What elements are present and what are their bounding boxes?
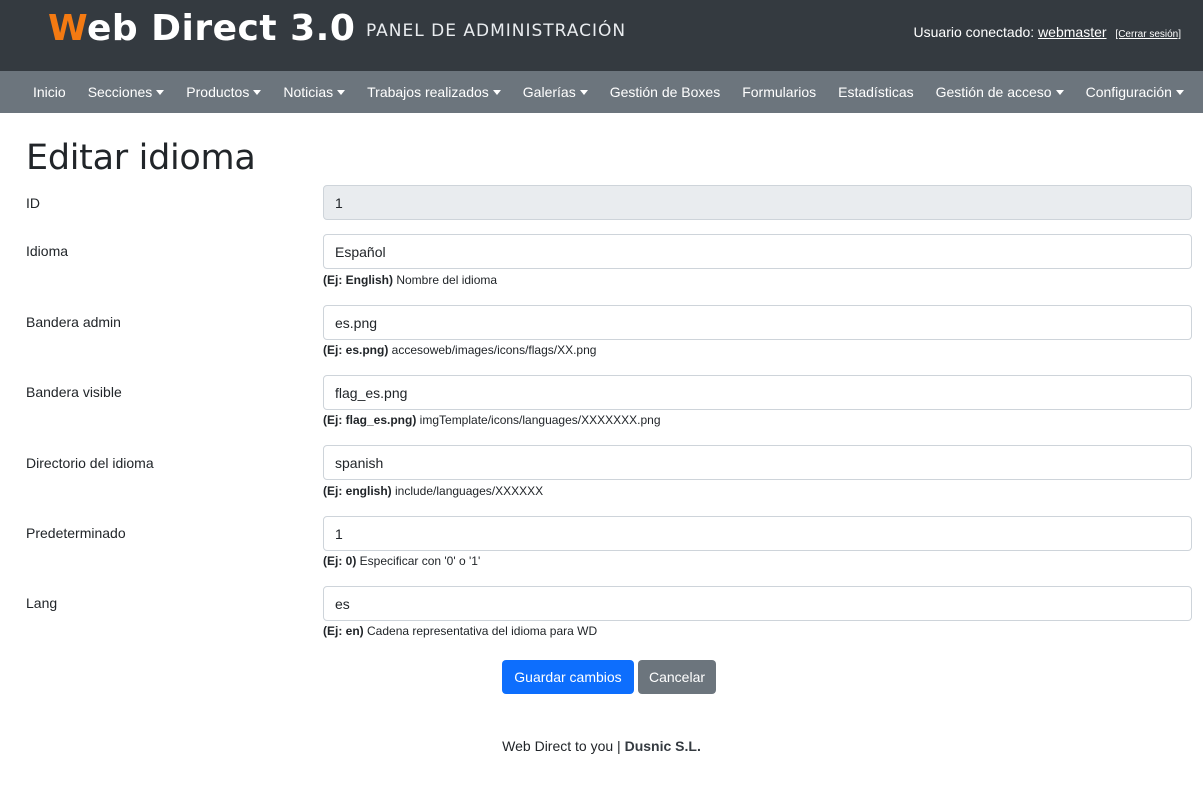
caret-down-icon — [579, 89, 588, 95]
nav-label: Trabajos realizados — [367, 84, 489, 100]
nav-label: Gestión de acceso — [935, 84, 1052, 100]
caret-down-icon — [253, 89, 262, 95]
help-example: (Ej: english) — [323, 484, 392, 498]
nav-item-secciones[interactable]: Secciones — [77, 71, 176, 113]
help-bandera-admin: (Ej: es.png) accesoweb/images/icons/flag… — [323, 343, 596, 357]
page-title: Editar idioma — [26, 138, 256, 178]
nav-label: Secciones — [87, 84, 153, 100]
help-idioma: (Ej: English) Nombre del idioma — [323, 273, 497, 287]
brand-initial: W — [48, 8, 87, 49]
lang-field[interactable] — [323, 586, 1192, 621]
bandera-visible-field[interactable] — [323, 375, 1192, 410]
nav-item-trabajos[interactable]: Trabajos realizados — [356, 71, 512, 113]
help-text: accesoweb/images/icons/flags/XX.png — [388, 343, 597, 357]
field-label-bandera-visible: Bandera visible — [26, 384, 122, 400]
nav-item-formularios[interactable]: Formularios — [731, 71, 827, 113]
logout-link[interactable]: [Cerrar sesión] — [1115, 29, 1181, 40]
help-directorio: (Ej: english) include/languages/XXXXXX — [323, 484, 543, 498]
panel-title: PANEL DE ADMINISTRACIÓN — [366, 21, 627, 41]
cancel-button[interactable]: Cancelar — [638, 660, 716, 694]
predeterminado-field[interactable] — [323, 516, 1192, 551]
field-label-id: ID — [26, 195, 40, 211]
main-navbar: Inicio Secciones Productos Noticias Trab… — [0, 71, 1203, 113]
nav-item-boxes[interactable]: Gestión de Boxes — [599, 71, 732, 113]
username-link[interactable]: webmaster — [1038, 24, 1106, 40]
caret-down-icon — [492, 89, 501, 95]
field-label-bandera-admin: Bandera admin — [26, 314, 121, 330]
help-example: (Ej: English) — [323, 273, 393, 287]
save-button[interactable]: Guardar cambios — [502, 660, 634, 694]
caret-down-icon — [1175, 89, 1184, 95]
help-example: (Ej: es.png) — [323, 343, 389, 357]
help-text: imgTemplate/icons/languages/XXXXXXX.png — [416, 413, 661, 427]
top-header: Web Direct 3.0 PANEL DE ADMINISTRACIÓN U… — [0, 0, 1203, 71]
caret-down-icon — [156, 89, 165, 95]
help-example: (Ej: 0) — [323, 554, 357, 568]
footer: Web Direct to you | Dusnic S.L. — [0, 738, 1203, 754]
brand-logo[interactable]: Web Direct 3.0 — [48, 8, 355, 49]
field-label-idioma: Idioma — [26, 243, 69, 259]
help-lang: (Ej: en) Cadena representativa del idiom… — [323, 624, 597, 638]
id-field — [323, 185, 1192, 220]
nav-item-acceso[interactable]: Gestión de acceso — [925, 71, 1075, 113]
help-example: (Ej: flag_es.png) — [323, 413, 417, 427]
field-label-predeterminado: Predeterminado — [26, 525, 126, 541]
help-text: Nombre del idioma — [393, 273, 498, 287]
nav-label: Inicio — [33, 84, 66, 100]
nav-label: Productos — [186, 84, 250, 100]
help-example: (Ej: en) — [323, 624, 364, 638]
nav-label: Gestión de Boxes — [609, 84, 721, 100]
user-label: Usuario conectado: — [913, 24, 1035, 40]
nav-label: Galerías — [522, 84, 576, 100]
help-text: Especificar con '0' o '1' — [356, 554, 481, 568]
nav-item-estadisticas[interactable]: Estadísticas — [827, 71, 924, 113]
help-bandera-visible: (Ej: flag_es.png) imgTemplate/icons/lang… — [323, 413, 661, 427]
help-text: Cadena representativa del idioma para WD — [363, 624, 598, 638]
nav-label: Estadísticas — [838, 84, 914, 100]
field-label-lang: Lang — [26, 595, 58, 611]
caret-down-icon — [1055, 89, 1064, 95]
nav-label: Formularios — [742, 84, 817, 100]
user-info: Usuario conectado: webmaster [Cerrar ses… — [914, 24, 1181, 40]
nav-item-productos[interactable]: Productos — [175, 71, 272, 113]
bandera-admin-field[interactable] — [323, 305, 1192, 340]
nav-item-galerias[interactable]: Galerías — [512, 71, 599, 113]
nav-item-inicio[interactable]: Inicio — [22, 71, 77, 113]
idioma-field[interactable] — [323, 234, 1192, 269]
footer-company: Dusnic S.L. — [624, 738, 701, 754]
footer-text: Web Direct to you | — [502, 738, 625, 754]
nav-item-noticias[interactable]: Noticias — [272, 71, 356, 113]
brand-name: eb Direct 3.0 — [86, 8, 356, 49]
nav-item-configuracion[interactable]: Configuración — [1075, 71, 1195, 113]
field-label-directorio: Directorio del idioma — [26, 455, 154, 471]
nav-label: Noticias — [283, 84, 334, 100]
caret-down-icon — [337, 89, 346, 95]
help-predeterminado: (Ej: 0) Especificar con '0' o '1' — [323, 554, 480, 568]
nav-label: Configuración — [1085, 84, 1172, 100]
directorio-field[interactable] — [323, 445, 1192, 480]
help-text: include/languages/XXXXXX — [391, 484, 544, 498]
